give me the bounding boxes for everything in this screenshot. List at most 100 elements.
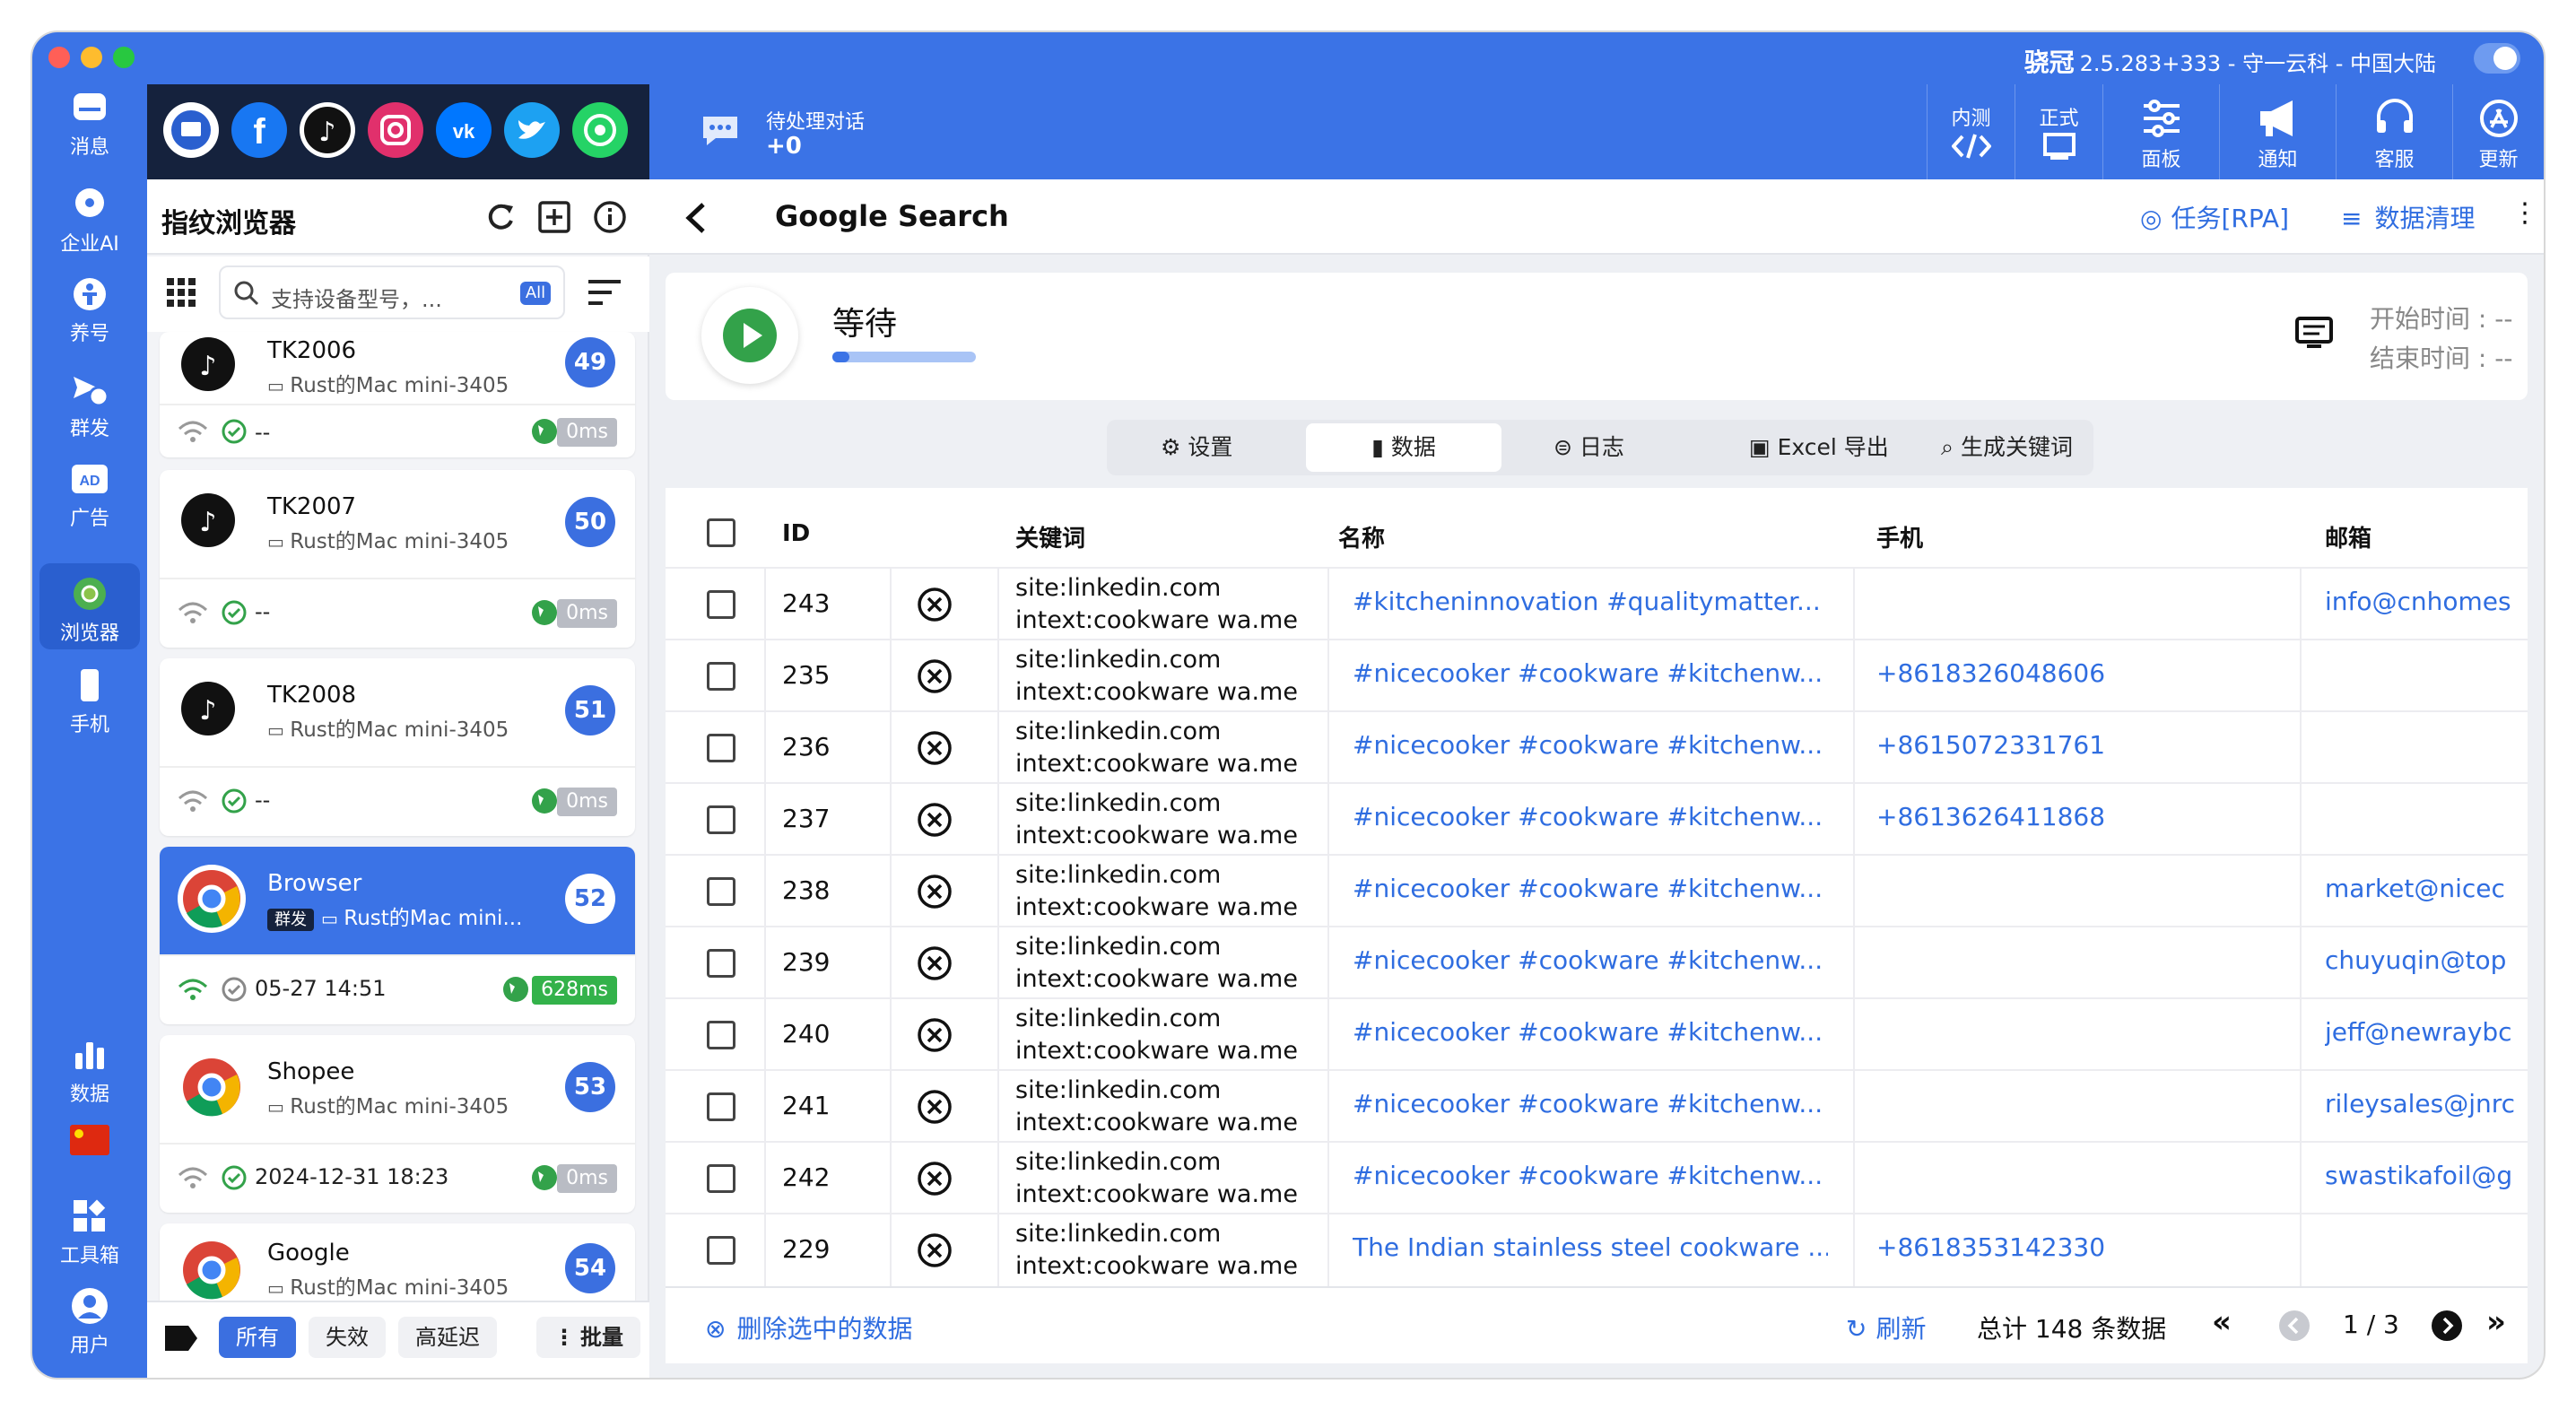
cell-name[interactable]: #nicecooker #cookware #kitchenw... — [1353, 1017, 1828, 1047]
row-checkbox[interactable] — [707, 1164, 735, 1193]
close-circle-icon[interactable] — [917, 1017, 953, 1053]
info-icon[interactable] — [592, 199, 628, 235]
cell-name[interactable]: #nicecooker #cookware #kitchenw... — [1353, 802, 1828, 831]
rail-item-toolbox[interactable]: 工具箱 — [32, 1197, 147, 1277]
delete-selected-button[interactable]: ⊗ 删除选中的数据 — [705, 1310, 912, 1345]
cell-email[interactable]: jeff@newraybc — [2325, 1017, 2528, 1047]
close-circle-icon[interactable] — [917, 1232, 953, 1268]
filter-all-chip[interactable]: 所有 — [219, 1317, 296, 1358]
rail-item-accounts[interactable]: 养号 — [32, 274, 147, 355]
column-header-keyword[interactable]: 关键词 — [1015, 520, 1085, 553]
theme-toggle[interactable] — [2474, 43, 2520, 74]
rail-item-phone[interactable]: 手机 — [32, 666, 147, 746]
table-row[interactable]: 243 site:linkedin.com intext:cookware wa.m… — [666, 567, 2528, 640]
first-page-icon[interactable]: « — [2212, 1304, 2232, 1340]
add-profile-icon[interactable] — [536, 199, 572, 235]
table-row[interactable]: 238 site:linkedin.com intext:cookware wa.m… — [666, 854, 2528, 927]
update-button[interactable]: 更新 — [2452, 84, 2544, 179]
cell-phone[interactable]: +8613626411868 — [1876, 802, 2253, 831]
select-all-checkbox[interactable] — [707, 518, 735, 547]
refresh-icon[interactable] — [483, 199, 518, 235]
close-circle-icon[interactable] — [917, 945, 953, 981]
instagram-icon[interactable] — [368, 102, 423, 158]
internal-test-button[interactable]: 内测 — [1927, 84, 2015, 179]
table-row[interactable]: 239 site:linkedin.com intext:cookware wa.m… — [666, 926, 2528, 999]
tab-data[interactable]: ▮ 数据 — [1306, 423, 1501, 472]
notify-button[interactable]: 通知 — [2219, 84, 2336, 179]
close-circle-icon[interactable] — [917, 658, 953, 694]
close-circle-icon[interactable] — [917, 730, 953, 766]
tab-log[interactable]: ⊜ 日志 — [1553, 423, 1624, 472]
row-checkbox[interactable] — [707, 949, 735, 978]
close-circle-icon[interactable] — [917, 874, 953, 910]
profile-card[interactable]: Shopee ▭ Rust的Mac mini-3405 53 2024-12-3… — [160, 1035, 635, 1213]
cell-name[interactable]: #nicecooker #cookware #kitchenw... — [1353, 1089, 1828, 1118]
twitter-icon[interactable] — [504, 102, 560, 158]
cell-email[interactable]: info@cnhomes — [2325, 587, 2528, 616]
close-circle-icon[interactable] — [917, 1161, 953, 1197]
row-checkbox[interactable] — [707, 805, 735, 834]
cell-name[interactable]: #nicecooker #cookware #kitchenw... — [1353, 730, 1828, 760]
profile-switcher-icon[interactable] — [163, 102, 219, 158]
row-checkbox[interactable] — [707, 877, 735, 906]
row-checkbox[interactable] — [707, 1021, 735, 1049]
table-row[interactable]: 229 site:linkedin.com intext:cookware wa.m… — [666, 1213, 2528, 1286]
grid-view-icon[interactable] — [165, 276, 197, 309]
cell-email[interactable]: rileysales@jnrc — [2325, 1089, 2528, 1118]
back-arrow-icon[interactable] — [683, 201, 709, 235]
facebook-icon[interactable]: f — [231, 102, 287, 158]
next-page-icon[interactable] — [2431, 1310, 2463, 1342]
profile-card[interactable]: ♪ TK2007 ▭ Rust的Mac mini-3405 50 -- 0ms — [160, 470, 635, 648]
cell-phone[interactable]: +8615072331761 — [1876, 730, 2253, 760]
profile-card-selected[interactable]: Browser 群发 ▭ Rust的Mac mini... 52 05-27 14… — [160, 847, 635, 1024]
minimize-window-button[interactable] — [81, 47, 102, 68]
column-header-id[interactable]: ID — [782, 520, 810, 547]
refresh-button[interactable]: ↻ 刷新 — [1846, 1310, 1926, 1345]
table-row[interactable]: 236 site:linkedin.com intext:cookware wa.m… — [666, 710, 2528, 784]
whatsapp-icon[interactable] — [572, 102, 628, 158]
rail-item-broadcast[interactable]: 群发 — [32, 370, 147, 450]
row-checkbox[interactable] — [707, 1236, 735, 1265]
tiktok-icon[interactable]: ♪ — [300, 102, 355, 158]
table-row[interactable]: 242 site:linkedin.com intext:cookware wa.m… — [666, 1141, 2528, 1214]
vk-icon[interactable]: vk — [436, 102, 492, 158]
more-menu-icon[interactable]: ⋮ — [2511, 197, 2538, 229]
cell-name[interactable]: The Indian stainless steel cookware ... — [1353, 1232, 1828, 1262]
filter-high-latency-chip[interactable]: 高延迟 — [398, 1317, 497, 1358]
panel-button[interactable]: 面板 — [2102, 84, 2219, 179]
column-header-phone[interactable]: 手机 — [1876, 520, 1923, 553]
close-circle-icon[interactable] — [917, 802, 953, 838]
screen-log-icon[interactable] — [2294, 316, 2334, 352]
cell-name[interactable]: #nicecooker #cookware #kitchenw... — [1353, 945, 1828, 975]
tab-generate-keywords[interactable]: ⌕ 生成关键词 — [1941, 423, 2073, 472]
column-header-email[interactable]: 邮箱 — [2325, 520, 2371, 553]
row-checkbox[interactable] — [707, 662, 735, 691]
sort-icon[interactable] — [587, 278, 622, 307]
profile-card[interactable]: ♪ TK2006 ▭ Rust的Mac mini-3405 49 -- 0ms — [160, 332, 635, 457]
tab-settings[interactable]: ⚙ 设置 — [1161, 423, 1232, 472]
prev-page-icon[interactable] — [2278, 1310, 2311, 1342]
region-flag-china[interactable] — [32, 1125, 147, 1170]
row-checkbox[interactable] — [707, 1092, 735, 1121]
rail-item-user[interactable]: 用户 — [32, 1286, 147, 1367]
cell-name[interactable]: #nicecooker #cookware #kitchenw... — [1353, 874, 1828, 903]
production-button[interactable]: 正式 — [2015, 84, 2102, 179]
row-checkbox[interactable] — [707, 590, 735, 619]
close-window-button[interactable] — [48, 47, 70, 68]
row-checkbox[interactable] — [707, 734, 735, 762]
search-scope-badge[interactable]: All — [520, 282, 551, 305]
task-rpa-link[interactable]: ◎ 任务[RPA] — [2140, 199, 2289, 235]
search-input[interactable]: 支持设备型号，... All — [219, 265, 565, 319]
rail-item-data[interactable]: 数据 — [32, 1035, 147, 1116]
cell-email[interactable]: market@nicec — [2325, 874, 2528, 903]
table-row[interactable]: 241 site:linkedin.com intext:cookware wa.m… — [666, 1069, 2528, 1143]
last-page-icon[interactable]: » — [2486, 1304, 2506, 1340]
rail-item-browser[interactable]: 浏览器 — [39, 563, 140, 649]
close-circle-icon[interactable] — [917, 587, 953, 622]
rail-item-ai[interactable]: 企业AI — [32, 185, 147, 265]
support-button[interactable]: 客服 — [2336, 84, 2452, 179]
cell-email[interactable]: chuyuqin@top — [2325, 945, 2528, 975]
close-circle-icon[interactable] — [917, 1089, 953, 1125]
rail-item-ads[interactable]: AD 广告 — [32, 459, 147, 540]
cell-name[interactable]: #nicecooker #cookware #kitchenw... — [1353, 1161, 1828, 1190]
